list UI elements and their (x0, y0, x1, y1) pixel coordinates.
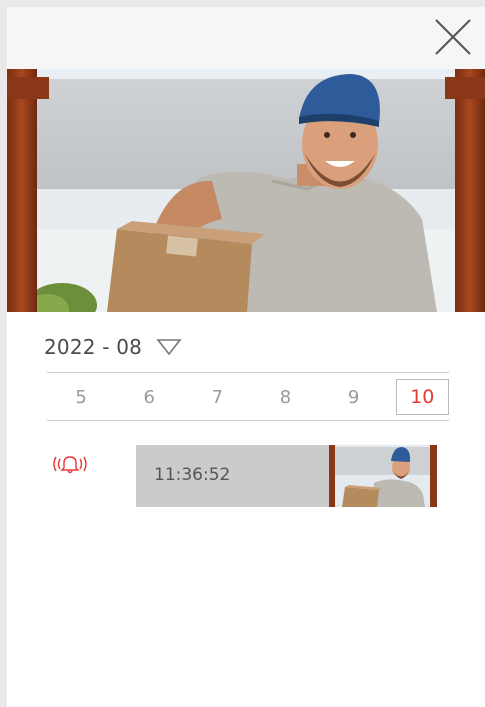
close-button[interactable] (433, 17, 473, 57)
day-item[interactable]: 8 (251, 387, 319, 408)
day-item-selected[interactable]: 10 (395, 379, 449, 415)
video-intercom-screen: 2022 - 08 5 6 7 8 9 10 11:36:52 (7, 7, 485, 707)
month-label: 2022 - 08 (44, 335, 143, 359)
day-item[interactable]: 6 (115, 387, 183, 408)
day-item[interactable]: 5 (47, 387, 115, 408)
top-bar (7, 7, 485, 69)
triangle-down-icon (156, 339, 182, 356)
close-icon (435, 19, 471, 55)
month-selector[interactable]: 2022 - 08 (44, 335, 182, 359)
event-time: 11:36:52 (154, 465, 231, 485)
door-camera-image[interactable] (7, 69, 485, 312)
event-thumbnail[interactable] (329, 445, 437, 507)
day-item[interactable]: 7 (183, 387, 251, 408)
day-strip: 5 6 7 8 9 10 (47, 373, 449, 421)
event-row: 11:36:52 (7, 445, 485, 507)
doorbell-ringing-icon (53, 456, 87, 474)
days-divider-bottom (47, 420, 449, 421)
event-card[interactable]: 11:36:52 (136, 445, 437, 507)
day-item[interactable]: 9 (320, 387, 388, 408)
door-camera-photo (7, 69, 485, 312)
